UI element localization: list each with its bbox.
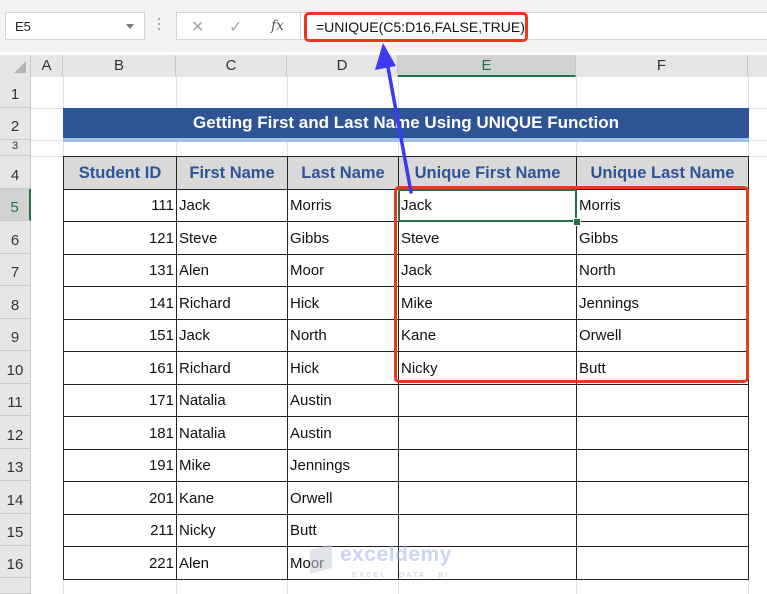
formula-buttons: ✕ ✓ fx (176, 12, 301, 40)
cell-first-name[interactable]: Alen (176, 546, 288, 580)
row-header-17[interactable] (0, 578, 31, 594)
exceldemy-watermark: exceldemy EXCEL · DATA · BI (310, 543, 470, 583)
row-header-9[interactable]: 9 (0, 319, 31, 351)
cell-student-id[interactable]: 141 (63, 286, 177, 320)
cell-last-name[interactable]: Jennings (287, 449, 399, 482)
cell-unique-last-name[interactable] (576, 416, 749, 450)
header-unique-first-name[interactable]: Unique First Name (398, 156, 577, 190)
row-header-3[interactable]: 3 (0, 140, 31, 156)
table-row: 171 Natalia Austin (63, 384, 749, 417)
select-all-icon (14, 61, 26, 73)
cell-unique-first-name[interactable] (398, 416, 577, 450)
cell-student-id[interactable]: 221 (63, 546, 177, 580)
cell-unique-first-name[interactable] (398, 384, 577, 417)
watermark-tagline: EXCEL · DATA · BI (352, 570, 450, 579)
row-header-11[interactable]: 11 (0, 384, 31, 416)
cell-last-name[interactable]: Moor (287, 254, 399, 287)
cell-unique-last-name[interactable] (576, 481, 749, 515)
cell-first-name[interactable]: Alen (176, 254, 288, 287)
cell-last-name[interactable]: Orwell (287, 481, 399, 515)
select-all-button[interactable] (0, 55, 31, 77)
table-header-row: Student ID First Name Last Name Unique F… (63, 156, 749, 190)
cell-first-name[interactable]: Jack (176, 189, 288, 222)
cell-unique-first-name[interactable] (398, 514, 577, 547)
cell-first-name[interactable]: Richard (176, 351, 288, 385)
cell-unique-last-name[interactable] (576, 384, 749, 417)
watermark-brand: exceldemy (340, 543, 452, 566)
exceldemy-logo-icon (310, 544, 332, 574)
enter-icon[interactable]: ✓ (229, 17, 242, 37)
cell-student-id[interactable]: 111 (63, 189, 177, 222)
cell-first-name[interactable]: Richard (176, 286, 288, 320)
row-header-6[interactable]: 6 (0, 221, 31, 254)
cell-student-id[interactable]: 191 (63, 449, 177, 482)
column-header-b[interactable]: B (63, 55, 176, 77)
row-header-1[interactable]: 1 (0, 76, 31, 108)
row-header-12[interactable]: 12 (0, 416, 31, 449)
cell-student-id[interactable]: 161 (63, 351, 177, 385)
cell-first-name[interactable]: Nicky (176, 514, 288, 547)
cell-unique-last-name[interactable] (576, 514, 749, 547)
cell-first-name[interactable]: Natalia (176, 384, 288, 417)
formula-highlight-box (304, 12, 528, 42)
header-unique-last-name[interactable]: Unique Last Name (576, 156, 749, 190)
cell-last-name[interactable]: Austin (287, 384, 399, 417)
cell-first-name[interactable]: Kane (176, 481, 288, 515)
column-header-g[interactable] (748, 55, 767, 77)
sheet-title: Getting First and Last Name Using UNIQUE… (63, 108, 749, 142)
cell-student-id[interactable]: 121 (63, 221, 177, 255)
cell-last-name[interactable]: Hick (287, 286, 399, 320)
cell-unique-last-name[interactable] (576, 546, 749, 580)
row-header-10[interactable]: 10 (0, 351, 31, 384)
row-header-13[interactable]: 13 (0, 449, 31, 481)
cell-unique-last-name[interactable] (576, 449, 749, 482)
header-last-name[interactable]: Last Name (287, 156, 399, 190)
table-row: 211 Nicky Butt (63, 514, 749, 547)
row-header-2[interactable]: 2 (0, 108, 31, 140)
row-header-16[interactable]: 16 (0, 546, 31, 578)
chevron-down-icon[interactable] (126, 24, 134, 29)
column-header-f[interactable]: F (576, 55, 748, 77)
row-header-7[interactable]: 7 (0, 254, 31, 286)
column-header-c[interactable]: C (176, 55, 287, 77)
cell-last-name[interactable]: Austin (287, 416, 399, 450)
cell-first-name[interactable]: Steve (176, 221, 288, 255)
table-row: 201 Kane Orwell (63, 481, 749, 515)
table-row: 191 Mike Jennings (63, 449, 749, 482)
insert-function-icon[interactable]: fx (271, 18, 284, 34)
cell-last-name[interactable]: Hick (287, 351, 399, 385)
cell-last-name[interactable]: North (287, 319, 399, 352)
row-header-5[interactable]: 5 (0, 189, 31, 221)
header-first-name[interactable]: First Name (176, 156, 288, 190)
name-box-value: E5 (15, 19, 31, 34)
drag-handle-icon[interactable] (158, 18, 161, 34)
column-header-d[interactable]: D (287, 55, 398, 77)
row-header-14[interactable]: 14 (0, 481, 31, 514)
result-highlight-box (394, 186, 749, 383)
cell-student-id[interactable]: 131 (63, 254, 177, 287)
row-header-8[interactable]: 8 (0, 286, 31, 319)
cell-student-id[interactable]: 151 (63, 319, 177, 352)
cell-student-id[interactable]: 171 (63, 384, 177, 417)
cell-first-name[interactable]: Mike (176, 449, 288, 482)
cell-last-name[interactable]: Gibbs (287, 221, 399, 255)
row-header-15[interactable]: 15 (0, 514, 31, 546)
cell-first-name[interactable]: Jack (176, 319, 288, 352)
cell-last-name[interactable]: Butt (287, 514, 399, 547)
cancel-icon[interactable]: ✕ (191, 17, 204, 37)
column-header-a[interactable]: A (31, 55, 63, 77)
name-box[interactable]: E5 (5, 12, 145, 40)
cell-student-id[interactable]: 211 (63, 514, 177, 547)
cell-last-name[interactable]: Morris (287, 189, 399, 222)
header-student-id[interactable]: Student ID (63, 156, 177, 190)
cell-unique-first-name[interactable] (398, 481, 577, 515)
table-row: 181 Natalia Austin (63, 416, 749, 450)
row-header-4[interactable]: 4 (0, 156, 31, 189)
column-header-e[interactable]: E (398, 55, 576, 77)
cell-unique-first-name[interactable] (398, 449, 577, 482)
cell-first-name[interactable]: Natalia (176, 416, 288, 450)
cell-student-id[interactable]: 201 (63, 481, 177, 515)
cell-student-id[interactable]: 181 (63, 416, 177, 450)
